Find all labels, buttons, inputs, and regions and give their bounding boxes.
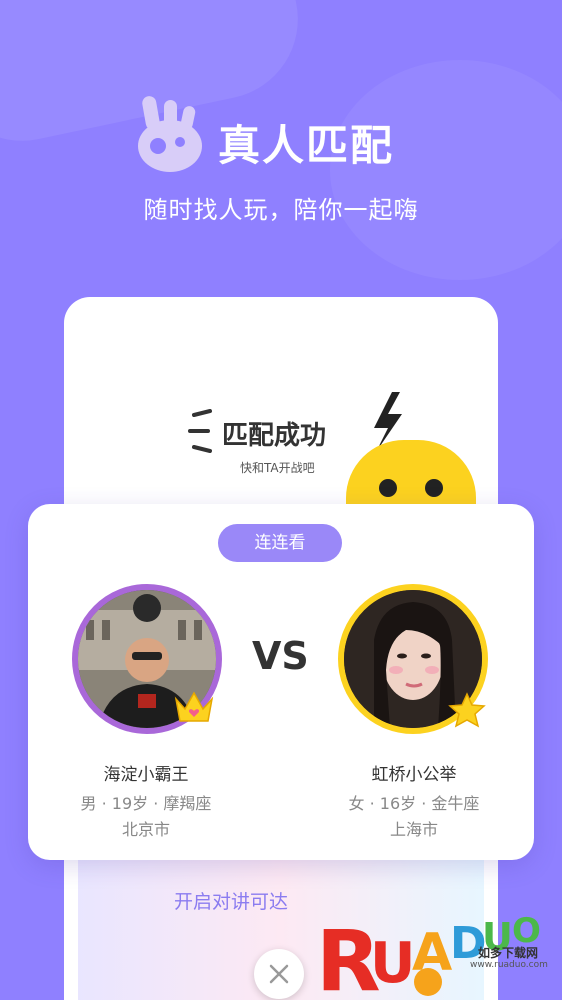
close-button[interactable] [254,949,304,999]
player-left-city: 北京市 [121,820,170,839]
vs-label: VS [252,634,309,678]
match-success-subtitle: 快和TA开战吧 [240,461,315,475]
crown-icon [174,691,214,722]
player-right-meta: 女 · 16岁 · 金牛座 [348,794,480,813]
match-success-title: 匹配成功 [222,421,327,451]
close-icon [269,964,289,984]
player-right-city: 上海市 [389,820,438,839]
player-left-name: 海淀小霸王 [103,765,189,785]
player-right-name: 虹桥小公举 [371,765,457,785]
watermark-caption: 如多下载网 [478,946,539,960]
bottom-hint: 开启对讲可达 [174,891,289,913]
motion-lines-icon [188,409,212,453]
watermark-url: www.ruaduo.com [470,960,548,970]
ok-hand-icon [138,96,202,172]
star-icon [448,692,486,728]
page-title: 真人匹配 [218,121,395,170]
svg-text:U: U [370,931,415,996]
page-subtitle: 随时找人玩，陪你一起嗨 [143,196,419,224]
player-left-meta: 男 · 19岁 · 摩羯座 [80,794,212,813]
match-card: 连连看 VS 海淀小霸王 男 · 19岁 · 摩羯座 北京市 虹桥小公举 女 ·… [28,504,534,860]
game-tag[interactable]: 连连看 [218,524,342,562]
